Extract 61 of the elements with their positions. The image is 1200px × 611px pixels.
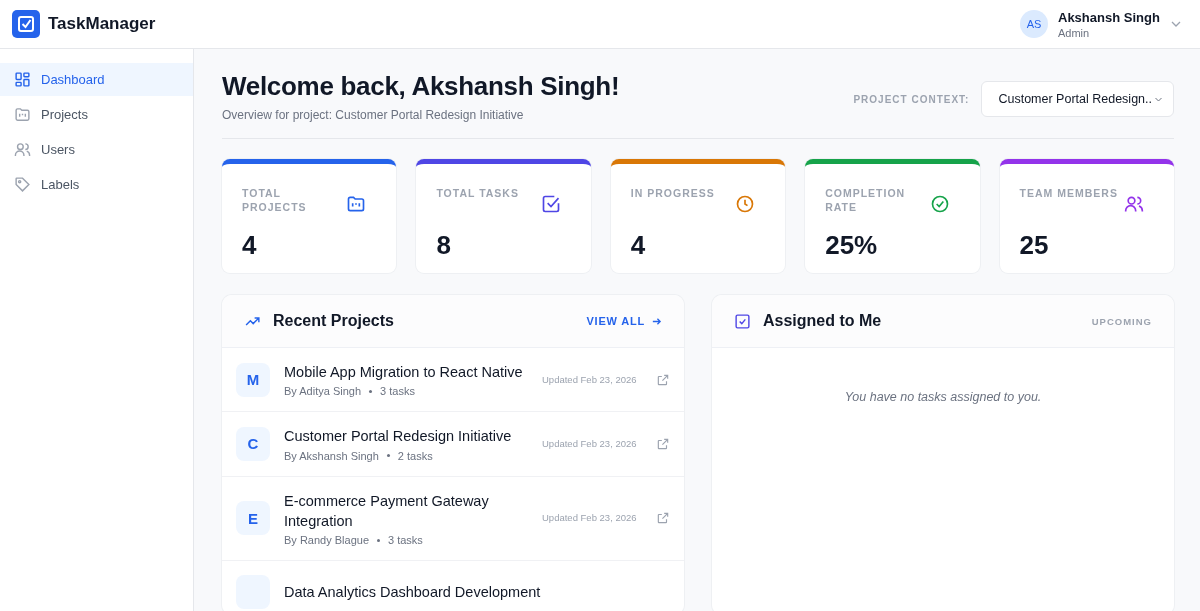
stat-value: 4 [630,230,647,261]
logo-icon [12,10,40,38]
stat-label: TOTAL PROJECTS [242,186,308,215]
page-subtitle: Overview for project: Customer Portal Redesign Initiative [222,108,525,122]
project-row[interactable]: E E-commerce Payment Gateway Integration By Randy Blague 3 tasks Updated Feb 23, 2026 [222,476,684,562]
project-owner: By Aditya Singh [284,385,362,398]
users-icon [14,141,31,158]
task-count: 3 tasks [380,385,415,398]
page-title: Welcome back, Akshansh Singh! [222,71,620,102]
external-link-icon[interactable] [656,436,670,451]
project-avatar: M [236,362,270,397]
upcoming-label: UPCOMING [1091,315,1152,327]
updated-date: Updated Feb 23, 2026 [542,511,638,526]
project-owner: By Akshansh Singh [284,449,379,462]
updated-date: Updated Feb 23, 2026 [542,372,638,387]
stat-value: 25 [1019,230,1050,261]
grid-icon [14,71,31,88]
project-context-label: PROJECT CONTEXT: [853,93,970,105]
panel-title: Recent Projects [273,312,395,330]
project-row[interactable]: M Mobile App Migration to React Native By Aditya Singh 3 tasks Updated Feb 23, 2026 [222,348,684,413]
stat-label: TOTAL TASKS [436,186,520,201]
panel-title: Assigned to Me [763,312,883,330]
sidebar-item[interactable]: Projects [0,98,193,131]
stat-value: 25% [825,230,879,261]
stat-value: 4 [242,230,258,261]
project-select[interactable]: Customer Portal Redesign.. [981,81,1174,117]
checkbox-icon [734,312,751,330]
project-avatar: E [236,501,270,536]
users-icon [1124,194,1144,214]
view-all-link[interactable]: VIEW ALL [586,315,662,327]
task-count: 3 tasks [388,534,423,547]
user-name: Akshansh Singh [1058,9,1160,25]
external-link-icon[interactable] [656,372,670,387]
task-count: 2 tasks [397,449,433,462]
app-name: TaskManager [48,14,156,34]
project-name: Customer Portal Redesign Initiative [284,427,513,447]
stat-value: 8 [436,230,452,261]
project-row[interactable]: C Customer Portal Redesign Initiative By Akshansh Singh 2 tasks Updated Feb 23, 2026 [222,412,684,477]
stat-label: IN PROGRESS [630,186,716,201]
project-name: Mobile App Migration to React Native [284,363,524,382]
project-name: E-commerce Payment Gateway Integration [284,491,490,531]
updated-date: Updated Feb 23, 2026 [542,436,638,451]
clock-icon [735,194,756,214]
project-owner: By Randy Blague [284,534,369,547]
checkbox-icon [540,194,561,214]
empty-message: You have no tasks assigned to you. [843,390,1043,404]
sidebar-item[interactable]: Dashboard [0,63,193,96]
sidebar-item[interactable]: Labels [0,168,193,201]
project-row[interactable]: Data Analytics Dashboard Development [222,561,684,611]
project-avatar: C [236,426,270,461]
user-role: Admin [1058,26,1091,39]
check-circle-icon [929,194,950,214]
stat-label: COMPLETION RATE [825,186,907,215]
stat-label: TEAM MEMBERS [1019,186,1119,201]
tag-icon [14,176,31,193]
sidebar-item[interactable]: Users [0,133,193,166]
project-name: Data Analytics Dashboard Development [284,583,542,603]
folder-icon [14,106,31,123]
folder-icon [346,194,367,214]
user-avatar[interactable]: AS [1020,10,1048,38]
external-link-icon[interactable] [656,511,670,526]
